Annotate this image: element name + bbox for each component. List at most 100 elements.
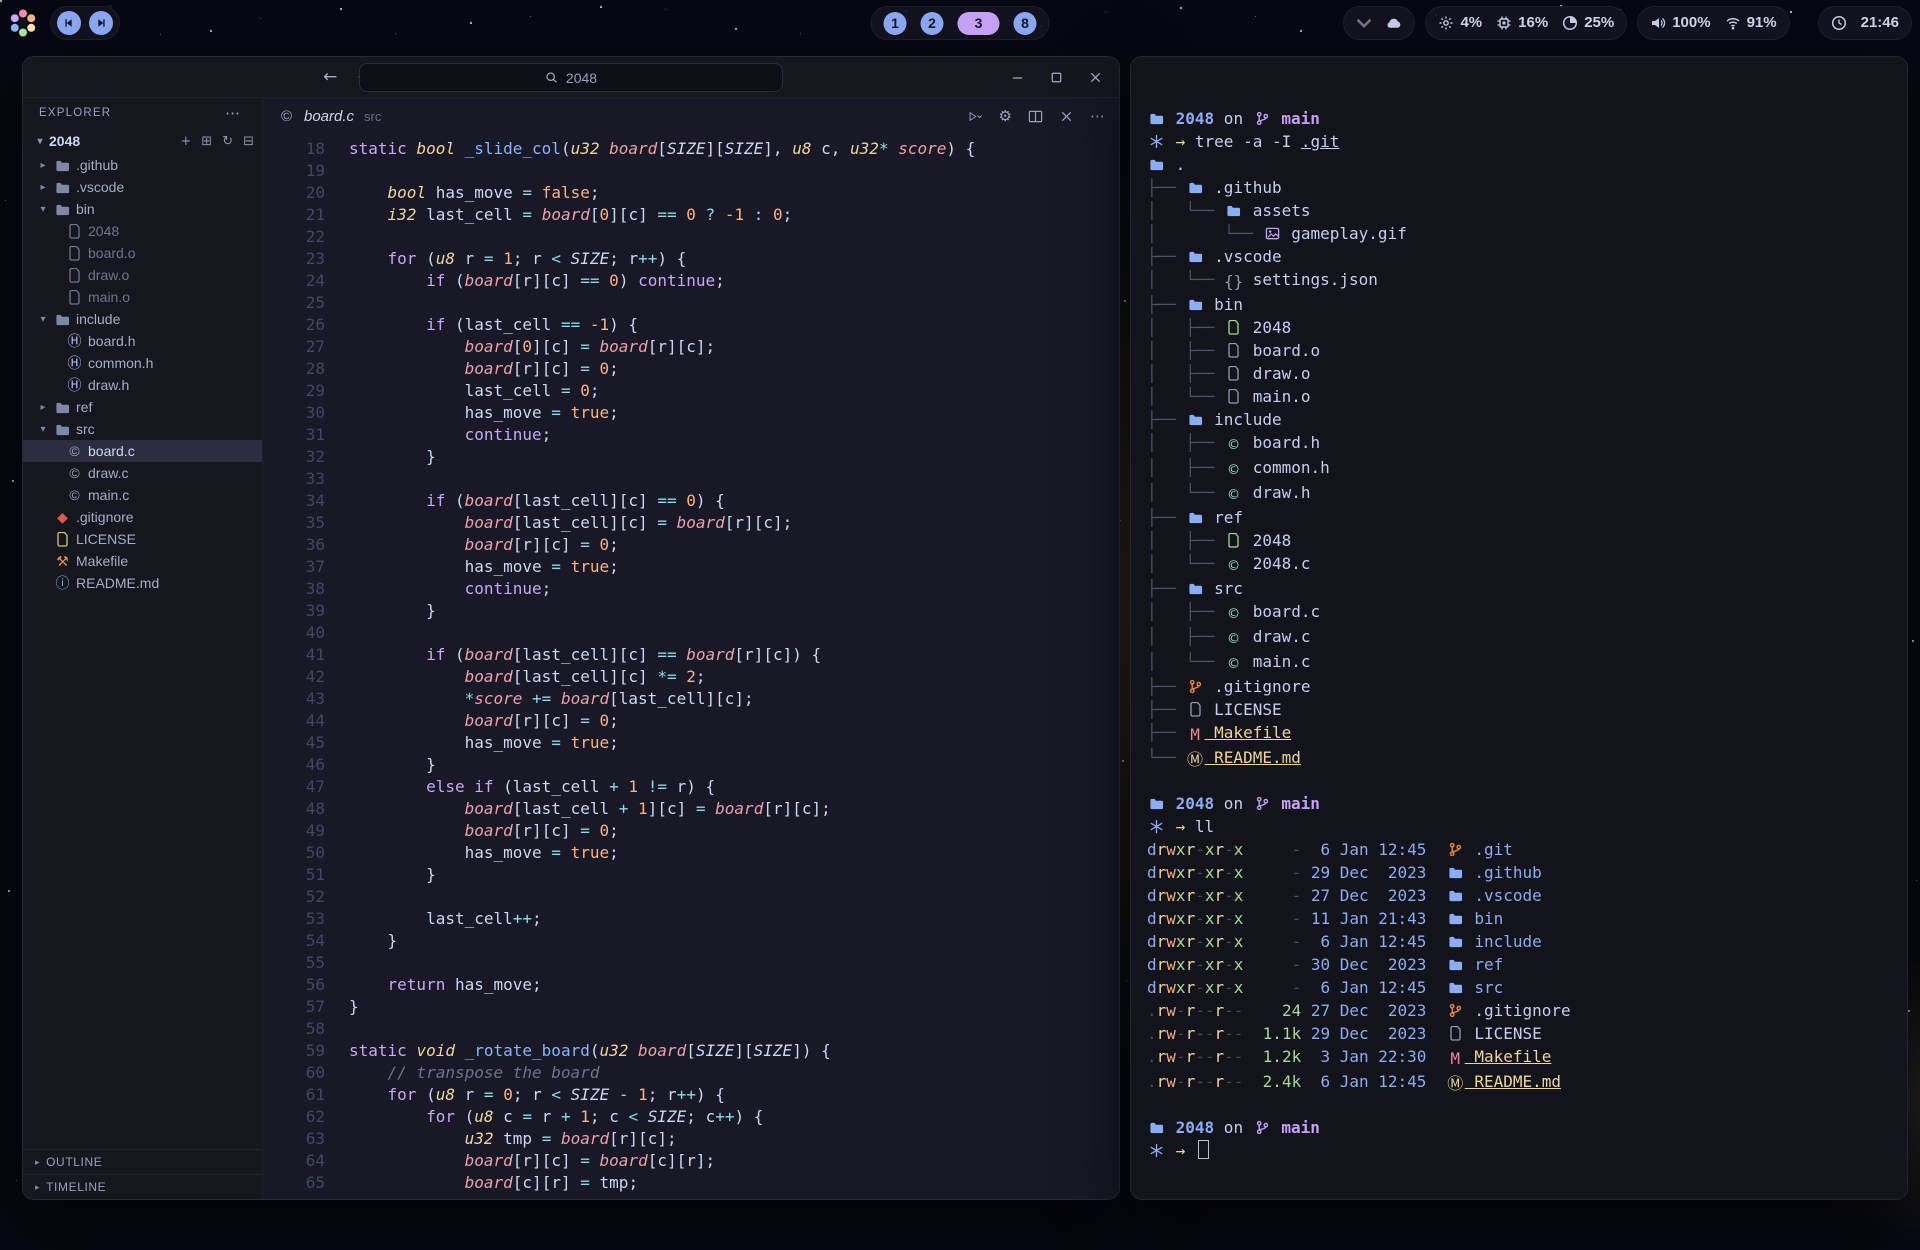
terminal-line: ├── .gitignore: [1147, 675, 1889, 698]
refresh-explorer-button[interactable]: ↻: [222, 134, 233, 149]
window-minimize-button[interactable]: [1010, 70, 1025, 85]
media-prev-button[interactable]: [57, 11, 81, 35]
image-icon: [1263, 226, 1282, 241]
run-file-button[interactable]: [968, 109, 983, 124]
explorer-item-README.md[interactable]: ⓘREADME.md: [23, 572, 262, 594]
tab-board-c[interactable]: © board.c src: [277, 108, 381, 125]
file-icon: [65, 268, 84, 283]
explorer-item-bin[interactable]: ▾bin: [23, 198, 262, 220]
c-file-icon: ©: [65, 487, 84, 503]
folder-icon: [1147, 111, 1166, 126]
explorer-item-board.c[interactable]: ©board.c: [23, 440, 262, 462]
terminal-line: ├── src: [1147, 577, 1889, 600]
explorer-item-common.h[interactable]: Ⓗcommon.h: [23, 352, 262, 374]
workspace-3[interactable]: 3: [958, 12, 1000, 35]
explorer-item-draw.h[interactable]: Ⓗdraw.h: [23, 374, 262, 396]
window-maximize-button[interactable]: [1049, 70, 1064, 85]
editor-window: ← → 2048 EXPLORER ⋯ ▾ 2048 +: [22, 56, 1120, 1200]
explorer-sidebar: EXPLORER ⋯ ▾ 2048 + ⊞ ↻ ⊟ ▸.github▸.vsco…: [23, 98, 263, 1199]
terminal-line: drwxr-xr-x - 6 Jan 12:45 .git: [1147, 838, 1889, 861]
branch-icon: [1446, 842, 1465, 857]
explorer-item-LICENSE[interactable]: LICENSE: [23, 528, 262, 550]
file-icon: [1224, 389, 1243, 404]
outline-panel[interactable]: ▸ OUTLINE: [23, 1149, 262, 1174]
terminal-line: │ ├── 2048: [1147, 316, 1889, 339]
terminal-line: │ └── © main.c: [1147, 650, 1889, 675]
code-line: 49 board[r][c] = 0;: [263, 820, 1119, 842]
explorer-item-draw.o[interactable]: draw.o: [23, 264, 262, 286]
disk-gauge-icon: [1562, 15, 1578, 31]
terminal-line: ├── ref: [1147, 506, 1889, 529]
explorer-item-Makefile[interactable]: ⚒Makefile: [23, 550, 262, 572]
search-value: 2048: [566, 70, 597, 86]
new-file-button[interactable]: +: [180, 134, 191, 149]
terminal-line: .rw-r--r-- 24 27 Dec 2023 .gitignore: [1147, 999, 1889, 1022]
code-line: 30 has_move = true;: [263, 402, 1119, 424]
terminal-line: .rw-r--r-- 1.2k 3 Jan 22:30 M Makefile: [1147, 1045, 1889, 1070]
clock-module[interactable]: 21:46: [1818, 6, 1912, 40]
code-line: 21 i32 last_cell = board[0][c] == 0 ? -1…: [263, 204, 1119, 226]
new-folder-button[interactable]: ⊞: [201, 134, 212, 149]
code-line: 65 board[c][r] = tmp;: [263, 1172, 1119, 1194]
window-close-button[interactable]: [1088, 70, 1103, 85]
terminal-line: │ ├── © draw.c: [1147, 625, 1889, 650]
explorer-more-button[interactable]: ⋯: [219, 103, 246, 123]
launcher-logo-icon[interactable]: [8, 8, 38, 38]
explorer-item-src[interactable]: ▾src: [23, 418, 262, 440]
explorer-item-.gitignore[interactable]: ◆.gitignore: [23, 506, 262, 528]
more-actions-button[interactable]: ⋯: [1090, 107, 1105, 125]
explorer-item-main.o[interactable]: main.o: [23, 286, 262, 308]
terminal-line: drwxr-xr-x - 29 Dec 2023 .github: [1147, 861, 1889, 884]
file-icon: [1224, 533, 1243, 548]
explorer-item-2048[interactable]: 2048: [23, 220, 262, 242]
split-editor-button[interactable]: [1028, 109, 1043, 124]
c-file-icon: ©: [1224, 627, 1243, 650]
file-icon: [1224, 320, 1243, 335]
clock-value: 21:46: [1861, 14, 1899, 31]
audio-network-module[interactable]: 100% 91%: [1637, 6, 1789, 40]
git-icon: ◆: [53, 509, 72, 526]
explorer-project-row[interactable]: ▾ 2048 + ⊞ ↻ ⊟: [23, 128, 262, 154]
code-line: 46 }: [263, 754, 1119, 776]
settings-gear-button[interactable]: ⚙: [999, 107, 1012, 125]
folder-icon: [1186, 581, 1205, 596]
explorer-item-draw.c[interactable]: ©draw.c: [23, 462, 262, 484]
close-editor-button[interactable]: [1059, 109, 1074, 124]
explorer-item-main.c[interactable]: ©main.c: [23, 484, 262, 506]
explorer-item-board.o[interactable]: board.o: [23, 242, 262, 264]
explorer-item-.vscode[interactable]: ▸.vscode: [23, 176, 262, 198]
workspace-1[interactable]: 1: [884, 12, 907, 35]
code-line: 26 if (last_cell == -1) {: [263, 314, 1119, 336]
media-next-button[interactable]: [89, 11, 113, 35]
terminal-body[interactable]: 2048 on main → tree -a -I .git .├── .git…: [1131, 57, 1907, 1199]
branch-icon: [1186, 679, 1205, 694]
c-file-icon: ©: [277, 108, 296, 125]
timeline-panel[interactable]: ▸ TIMELINE: [23, 1174, 262, 1199]
code-line: 31 continue;: [263, 424, 1119, 446]
cloud-icon: [1386, 15, 1402, 31]
collapse-folders-button[interactable]: ⊟: [243, 134, 254, 149]
code-editor[interactable]: 18static bool _slide_col(u32 board[SIZE]…: [263, 134, 1119, 1199]
command-search-input[interactable]: 2048: [359, 63, 783, 92]
system-stats-module[interactable]: 4% 16% 25%: [1425, 6, 1627, 40]
code-line: 22: [263, 226, 1119, 248]
folder-icon: [1446, 957, 1465, 972]
file-icon: [1224, 343, 1243, 358]
gear-icon: [1438, 15, 1454, 31]
explorer-item-board.h[interactable]: Ⓗboard.h: [23, 330, 262, 352]
folder-icon: [1446, 980, 1465, 995]
code-line: 36 board[r][c] = 0;: [263, 534, 1119, 556]
branch-icon: [1446, 1003, 1465, 1018]
weather-module[interactable]: [1343, 6, 1415, 40]
workspace-2[interactable]: 2: [921, 12, 944, 35]
nav-back-button[interactable]: ←: [323, 67, 337, 87]
code-line: 20 bool has_move = false;: [263, 182, 1119, 204]
code-line: 43 *score += board[last_cell][c];: [263, 688, 1119, 710]
explorer-item-ref[interactable]: ▸ref: [23, 396, 262, 418]
explorer-item-include[interactable]: ▾include: [23, 308, 262, 330]
h-file-icon: Ⓗ: [65, 331, 84, 351]
explorer-item-.github[interactable]: ▸.github: [23, 154, 262, 176]
file-icon: [65, 246, 84, 261]
workspace-8[interactable]: 8: [1014, 12, 1037, 35]
folder-icon: [1147, 157, 1166, 172]
